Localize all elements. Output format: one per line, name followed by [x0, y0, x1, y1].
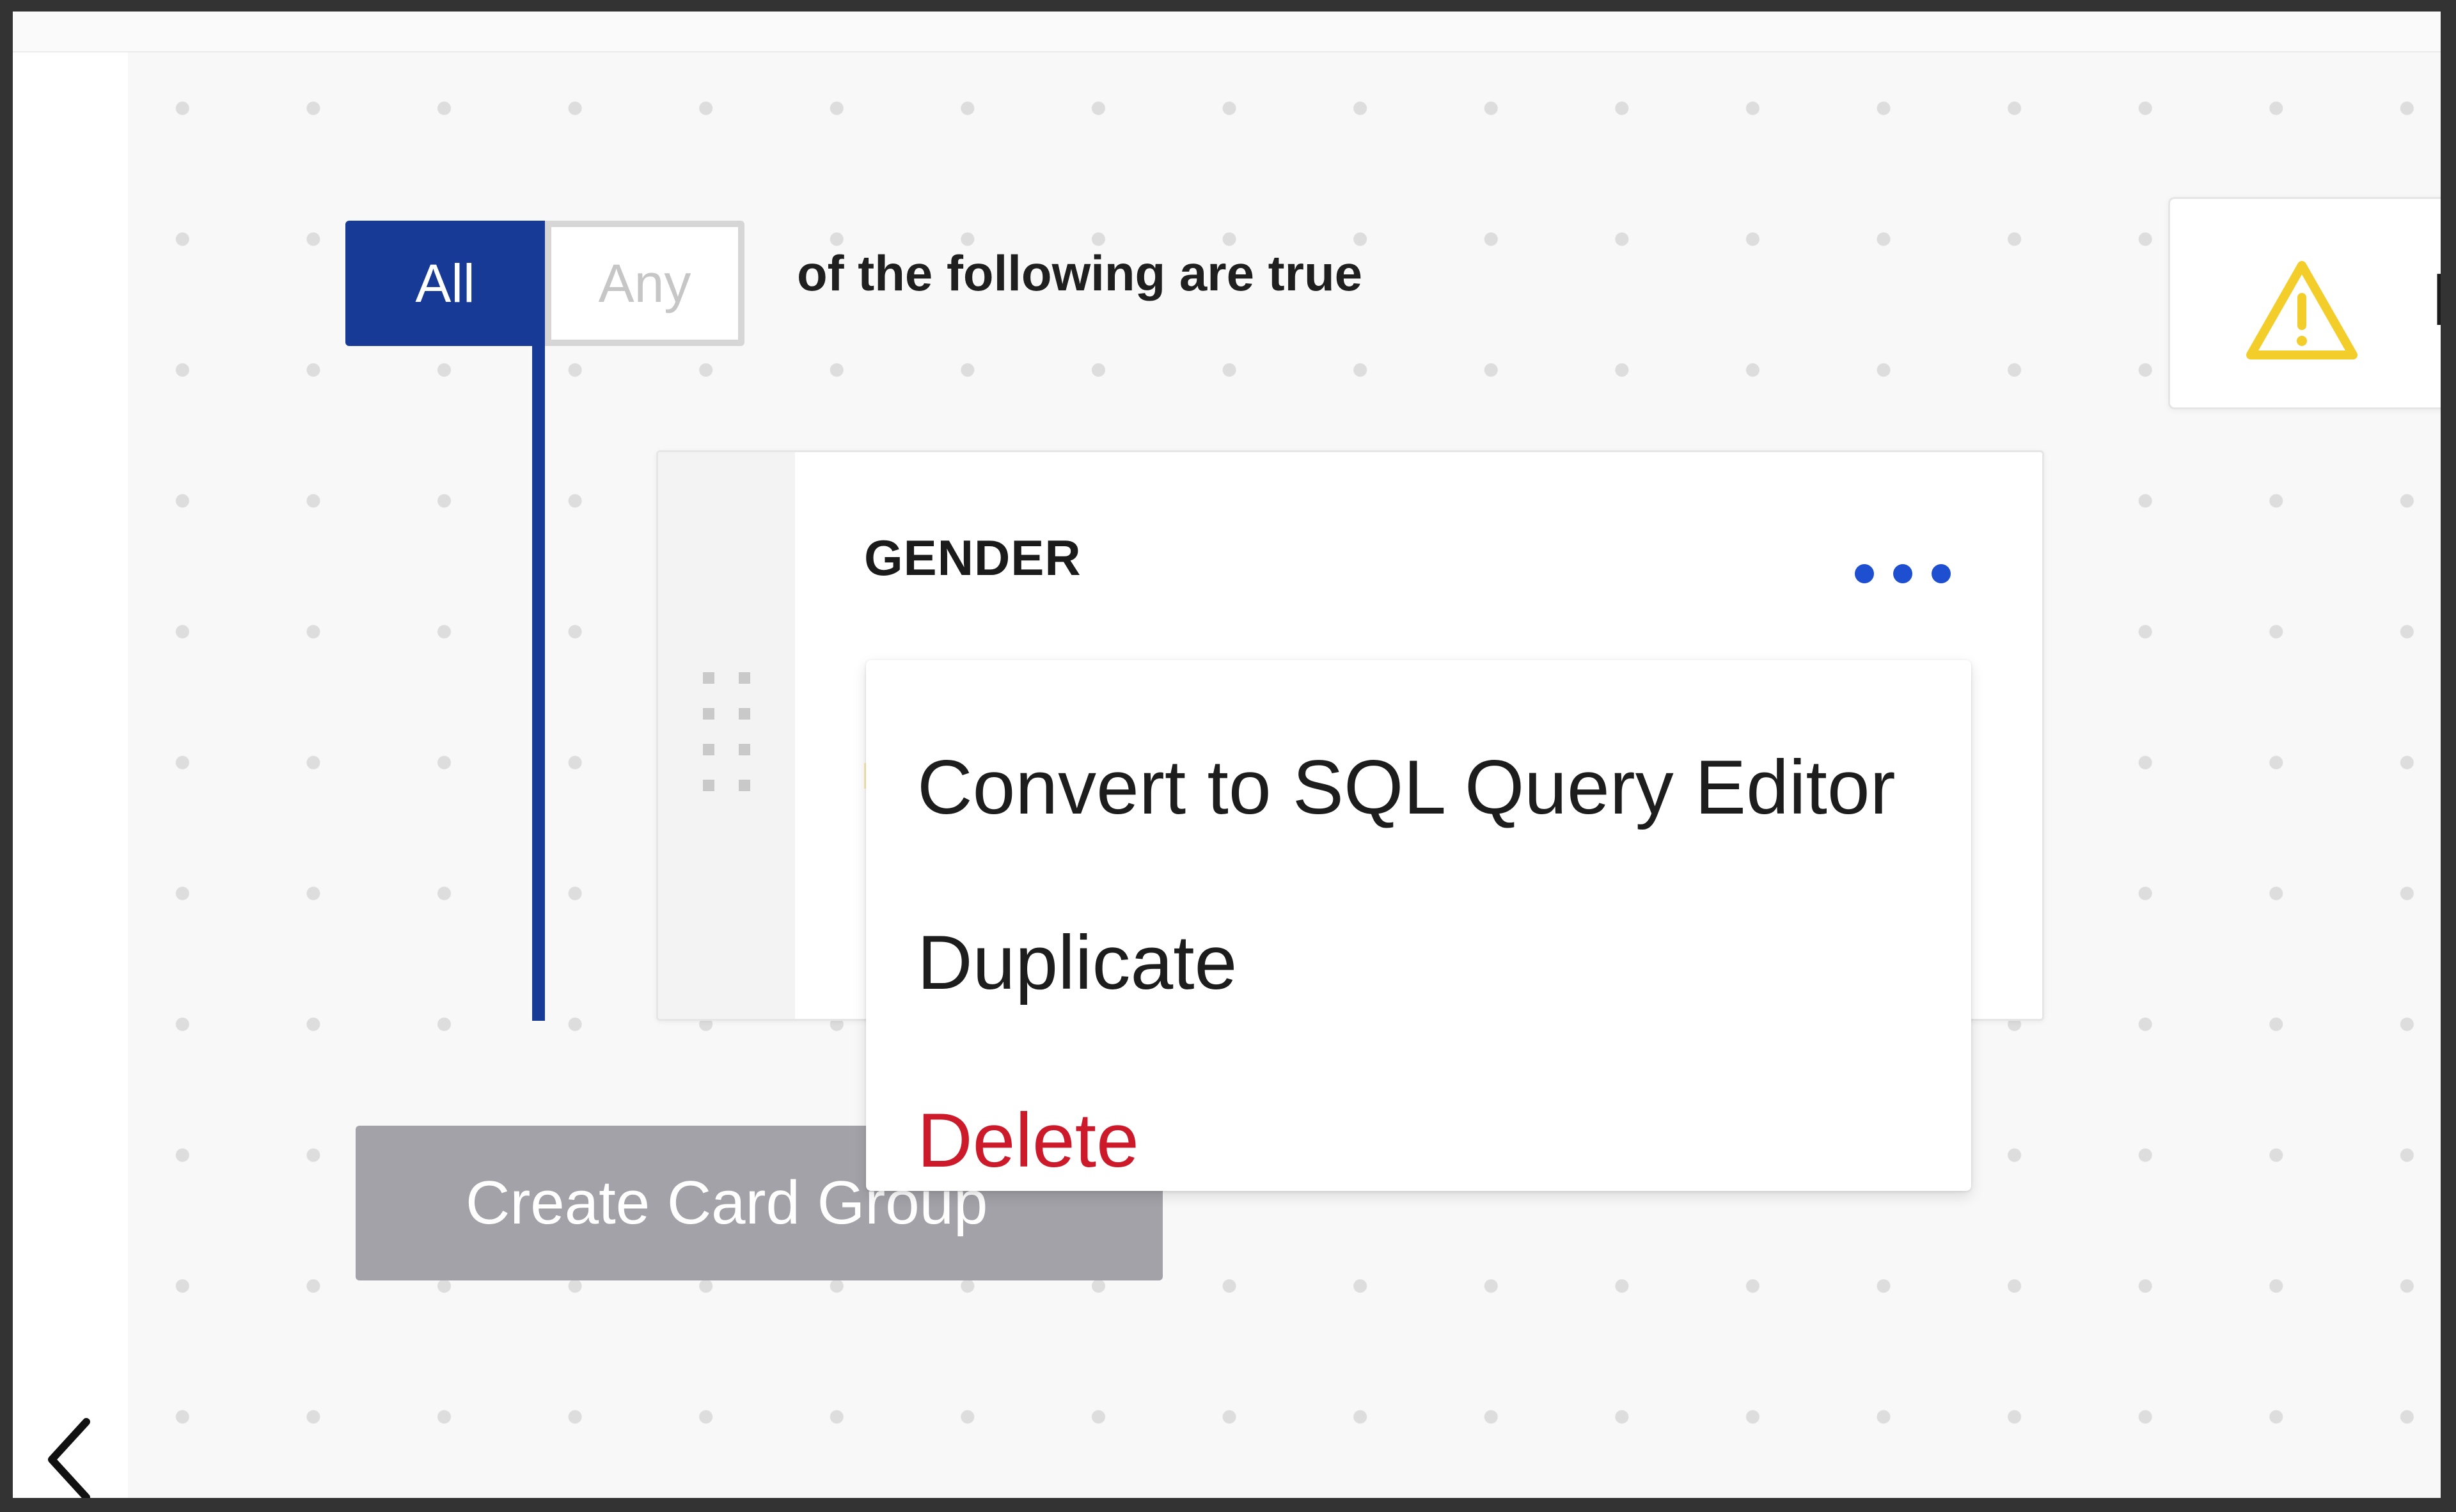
- card-actions-menu: Convert to SQL Query Editor Duplicate De…: [866, 660, 1971, 1191]
- menu-item-convert-sql[interactable]: Convert to SQL Query Editor: [917, 739, 1940, 835]
- drag-handle-icon[interactable]: [702, 672, 755, 792]
- estimate-card: Esti: [2168, 197, 2441, 409]
- logic-connector-line: [532, 345, 545, 1021]
- estimate-label: Esti: [2431, 256, 2441, 342]
- top-bar: [13, 12, 2441, 52]
- menu-item-delete[interactable]: Delete: [917, 1092, 1940, 1188]
- more-horizontal-icon[interactable]: [1852, 548, 1954, 599]
- left-rail: [13, 52, 128, 1498]
- rule-sentence: of the following are true: [797, 245, 1363, 301]
- segment-builder-canvas: All Any of the following are true Esti: [128, 52, 2441, 1498]
- all-any-toggle: All Any: [345, 221, 744, 346]
- card-title: GENDER: [864, 530, 1082, 586]
- toggle-any-button[interactable]: Any: [545, 221, 744, 346]
- warning-icon: [2246, 261, 2358, 359]
- menu-item-duplicate[interactable]: Duplicate: [917, 915, 1940, 1011]
- application-window: All Any of the following are true Esti: [13, 12, 2441, 1498]
- drag-strip[interactable]: [658, 452, 795, 1019]
- chevron-left-icon[interactable]: [42, 1412, 99, 1498]
- toggle-all-button[interactable]: All: [345, 221, 545, 346]
